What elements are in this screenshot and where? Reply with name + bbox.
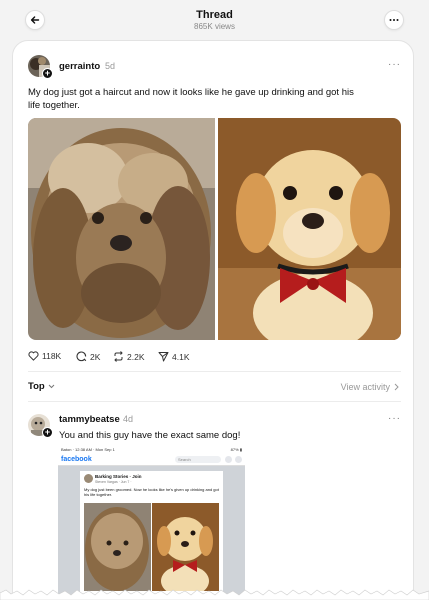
post-username[interactable]: gerrainto (59, 61, 100, 72)
divider (28, 371, 401, 372)
comment-count: 2K (90, 351, 101, 362)
reply-button[interactable]: 2K (76, 351, 100, 362)
facebook-logo: facebook (61, 455, 92, 463)
more-horizontal-icon (389, 19, 399, 21)
thread-card: + gerrainto 5d ··· My dog just got a hai… (12, 40, 414, 600)
embedded-facebook-header: facebook Search (58, 453, 245, 466)
follow-plus-icon[interactable]: + (42, 68, 53, 79)
follow-plus-icon[interactable]: + (42, 427, 53, 438)
like-count: 118K (42, 351, 62, 361)
sort-label: Top (28, 381, 45, 392)
post-timestamp: 5d (105, 61, 116, 71)
heart-icon (28, 351, 39, 361)
reply-media[interactable]: Baton · 12:38 AM · Mon Sep 1 87% ▮ faceb… (58, 446, 245, 600)
view-count: 865K views (194, 22, 235, 31)
embedded-dog-photos (84, 503, 219, 591)
post-more-icon[interactable]: ··· (388, 59, 401, 70)
embedded-search: Search (175, 456, 221, 463)
reply-username[interactable]: tammybeatse (59, 414, 120, 425)
post-media[interactable] (28, 118, 401, 340)
embedded-post-name: Barking Stories · Join (95, 474, 142, 479)
dog-photos (28, 118, 401, 340)
embedded-post-sub: Steven Vargas · Jun 7 · (95, 480, 132, 484)
like-button[interactable]: 118K (28, 351, 61, 361)
share-count: 4.1K (172, 351, 190, 362)
repost-button[interactable]: 2.2K (113, 351, 145, 362)
embedded-status-bar: Baton · 12:38 AM · Mon Sep 1 87% ▮ (58, 446, 245, 453)
more-options-button[interactable] (384, 10, 404, 30)
chevron-down-icon (48, 384, 55, 389)
reply-text: You and this guy have the exact same dog… (59, 430, 241, 441)
chevron-right-icon (394, 383, 399, 391)
embedded-status-left: Baton · 12:38 AM · Mon Sep 1 (61, 447, 115, 452)
send-icon (158, 352, 169, 362)
comment-icon (76, 351, 87, 362)
repost-count: 2.2K (127, 351, 145, 362)
messenger-icon (235, 456, 242, 463)
view-activity-link[interactable]: View activity (341, 382, 399, 392)
embedded-post: Barking Stories · Join Steven Vargas · J… (80, 471, 223, 600)
repost-icon (114, 351, 123, 362)
post-text: My dog just got a haircut and now it loo… (28, 87, 354, 111)
plus-icon (225, 456, 232, 463)
sort-dropdown[interactable]: Top (28, 381, 55, 392)
page-title: Thread (196, 9, 233, 21)
embedded-avatar-icon (84, 474, 93, 483)
view-activity-label: View activity (340, 382, 390, 392)
share-button[interactable]: 4.1K (158, 351, 190, 362)
reply-more-icon[interactable]: ··· (388, 413, 401, 424)
top-bar: Thread 865K views (0, 0, 429, 40)
embedded-post-text: My dog just been groomed. Now he looks l… (84, 487, 219, 497)
reply-timestamp: 4d (123, 414, 134, 424)
embedded-status-right: 87% ▮ (230, 447, 242, 452)
divider (28, 401, 401, 402)
torn-edge (0, 589, 429, 600)
